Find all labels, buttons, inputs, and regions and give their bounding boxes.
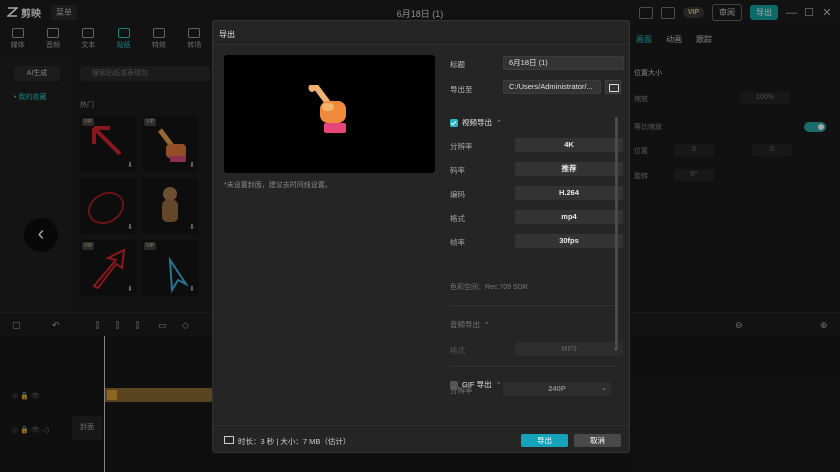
settings-scrollbar[interactable] [615, 117, 618, 349]
title-input[interactable]: 6月18日 (1) [503, 56, 624, 70]
collapse-icon[interactable]: ⌃ [496, 119, 502, 127]
collapse-icon[interactable]: ⌃ [496, 381, 502, 389]
gif-resolution-select[interactable]: 240P ⌄ [503, 382, 611, 396]
title-label: 标题 [450, 60, 465, 69]
export-dialog: 导出 *未设置封面，建议去时间线设置。 标题 6月18日 (1) 导出至 C:/… [212, 20, 630, 453]
codec-label: 编码 [450, 190, 465, 199]
chevron-down-icon: ⌄ [601, 385, 607, 392]
gif-resolution-label: 分辨率 [450, 386, 473, 395]
video-export-section[interactable]: 视频导出 ⌃ [450, 117, 502, 128]
duration-size-info: 时长：3 秒 | 大小：7 MB（估计） [238, 437, 351, 446]
pointing-hand-preview [308, 85, 346, 133]
folder-icon[interactable] [605, 80, 621, 94]
bitrate-label: 码率 [450, 166, 465, 175]
audio-format-select[interactable]: MP3⌄ [515, 342, 623, 356]
framerate-label: 帧率 [450, 238, 465, 247]
format-label: 格式 [450, 214, 465, 223]
export-to-label: 导出至 [450, 85, 473, 94]
export-settings: 视频导出 ⌃ 分辨率 4K⌄ 码率 推荐⌄ 编码 H.264⌄ 格式 mp4⌄ … [442, 111, 624, 401]
audio-export-section[interactable]: 音频导出 ⌃ [450, 319, 490, 330]
codec-select[interactable]: H.264⌄ [515, 186, 623, 200]
audio-format-label: 格式 [450, 346, 465, 355]
divider [450, 305, 618, 306]
dialog-header: 导出 [213, 21, 629, 45]
format-select[interactable]: mp4⌄ [515, 210, 623, 224]
resolution-label: 分辨率 [450, 142, 473, 151]
resolution-select[interactable]: 4K⌄ [515, 138, 623, 152]
cancel-button[interactable]: 取消 [574, 434, 621, 447]
collapse-icon[interactable]: ⌃ [484, 321, 490, 329]
framerate-select[interactable]: 30fps⌄ [515, 234, 623, 248]
dialog-title: 导出 [219, 30, 235, 39]
cover-tip: *未设置封面，建议去时间线设置。 [224, 182, 332, 189]
film-icon [224, 436, 234, 444]
video-export-checkbox[interactable] [450, 118, 458, 127]
bitrate-select[interactable]: 推荐⌄ [515, 162, 623, 176]
color-space-info: 色彩空间：Rec.709 SDR [450, 284, 528, 291]
export-button[interactable]: 导出 [521, 434, 568, 447]
export-path-input[interactable]: C:/Users/Administrator/... [503, 80, 601, 94]
export-preview [224, 55, 435, 173]
dialog-footer: 时长：3 秒 | 大小：7 MB（估计） 导出 取消 [213, 425, 629, 453]
divider [450, 366, 618, 367]
